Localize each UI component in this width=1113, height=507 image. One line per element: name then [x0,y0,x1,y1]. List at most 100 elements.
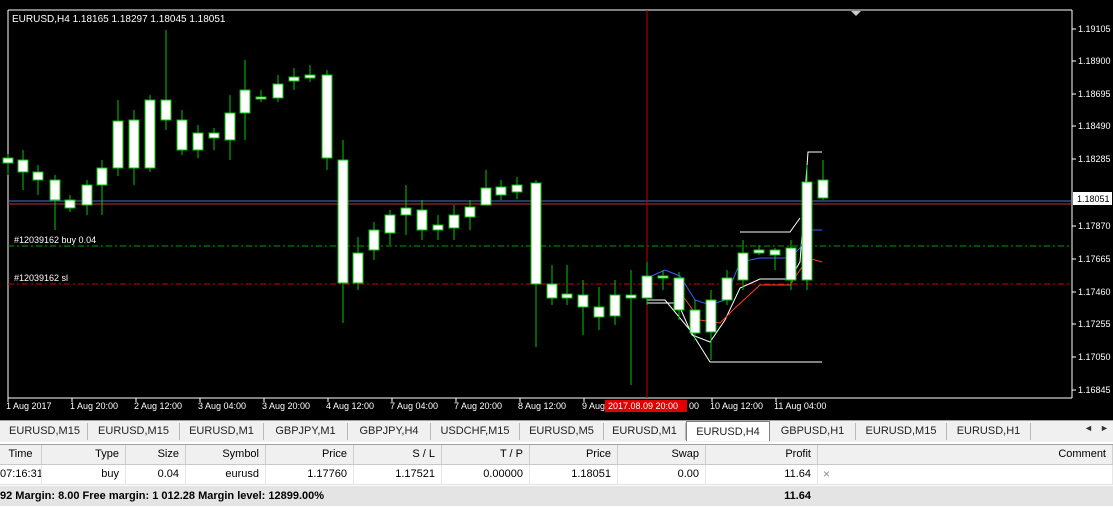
crosshair-time-label: 2017.08.09 20:00 [608,401,678,411]
col-symbol-value: eurusd [186,465,266,484]
price-label: 1.17255 [1078,319,1111,329]
col-current-price-value: 1.18051 [530,465,618,484]
time-label: 3 Aug 04:00 [198,401,246,411]
chart-tab[interactable]: USDCHF,M15 [431,423,520,440]
candle-body [224,112,236,141]
col-time-header[interactable]: Time [0,445,42,464]
order-line-label: #12039162 buy 0.04 [14,235,96,245]
time-label: 4 Aug 12:00 [326,401,374,411]
col-profit-header[interactable]: Profit [706,445,818,464]
col-tp-value: 0.00000 [442,465,530,484]
chart-tab[interactable]: EURUSD,M5 [520,423,604,440]
col-comment-value [818,465,1113,484]
current-price-label: 1.18051 [1077,194,1110,204]
candle-body [112,120,124,169]
price-chart[interactable]: EURUSD,H4 1.18165 1.18297 1.18045 1.1805… [0,0,1113,420]
candle-body [689,309,701,334]
candle-body [641,275,653,299]
candle-body [464,206,476,218]
col-profit-value: 11.64 [706,465,818,484]
chart-tabs-bar: EURUSD,M15 EURUSD,M15 EURUSD,M1 GBPJPY,M1 GB… [0,420,1113,442]
candle-body [561,293,573,299]
candle-body [546,283,558,299]
col-sl-header[interactable]: S / L [354,445,442,464]
sl-line-label: #12039162 sl [14,273,68,283]
price-label: 1.19105 [1078,24,1111,34]
candle-body [817,179,829,199]
col-time-value: 07:16:31 [0,465,42,484]
candle-body [255,96,267,100]
col-price-header[interactable]: Price [266,445,354,464]
col-swap-value: 0.00 [618,465,706,484]
candle-body [81,184,93,206]
chart-tab[interactable]: EURUSD,M1 [604,423,686,440]
candle-body [448,214,460,229]
candle-body [416,209,428,231]
candle-body [368,229,380,251]
candle-body [160,99,172,121]
candle-body [673,277,685,311]
chart-tab[interactable]: EURUSD,M1 [180,423,264,440]
candle-body [480,187,492,206]
price-label: 1.18285 [1078,154,1111,164]
candle-body [352,252,364,284]
price-label: 1.18900 [1078,56,1111,66]
candle-body [176,119,188,151]
candle-body [2,157,14,164]
col-tp-header[interactable]: T / P [442,445,530,464]
col-current-price-header[interactable]: Price [530,445,618,464]
candle-body [128,119,140,169]
candle-body [400,207,412,216]
chart-tab[interactable]: EURUSD,M15 [856,423,947,440]
chart-tab[interactable]: GBPJPY,M1 [264,423,348,440]
account-summary-row: 92 Margin: 8.00 Free margin: 1 012.28 Ma… [0,486,1113,506]
close-order-icon[interactable]: × [823,465,830,484]
col-price-value: 1.17760 [266,465,354,484]
price-label: 1.17460 [1078,287,1111,297]
candle-body [208,132,220,139]
candle-body [785,247,797,281]
total-profit: 11.64 [784,490,811,502]
col-symbol-header[interactable]: Symbol [186,445,266,464]
table-row[interactable]: 07:16:31 buy 0.04 eurusd 1.17760 1.17521 0.000… [0,465,1113,485]
time-label: 2 Aug 12:00 [134,401,182,411]
candle-body [304,74,316,79]
tabs-scroll-left-icon[interactable]: ◄ [1084,423,1093,433]
candle-body [609,294,621,317]
candle-body [737,252,749,281]
chart-title: EURUSD,H4 1.18165 1.18297 1.18045 1.1805… [12,14,226,25]
col-size-header[interactable]: Size [126,445,186,464]
account-summary: 92 Margin: 8.00 Free margin: 1 012.28 Ma… [0,490,325,502]
time-label: 1 Aug 20:00 [70,401,118,411]
candle-body [64,199,76,209]
col-type-header[interactable]: Type [42,445,126,464]
price-label: 1.16845 [1078,385,1111,395]
col-swap-header[interactable]: Swap [618,445,706,464]
col-size-value: 0.04 [126,465,186,484]
price-label: 1.17870 [1078,221,1111,231]
chart-tab[interactable]: GBPUSD,H1 [770,423,856,440]
candle-body [753,249,765,254]
col-sl-value: 1.17521 [354,465,442,484]
time-label: 3 Aug 20:00 [262,401,310,411]
price-label: 1.17050 [1078,352,1111,362]
time-label: 11 Aug 04:00 [774,401,826,411]
price-label: 1.18695 [1078,89,1111,99]
chart-tab[interactable]: EURUSD,H1 [947,423,1031,440]
chart-tab[interactable]: EURUSD,M15 [2,423,88,440]
candle-body [593,306,605,318]
candle-body [49,179,61,201]
candle-body [337,159,349,284]
chart-tab[interactable]: EURUSD,M15 [88,423,180,440]
trade-terminal: Time Type Size Symbol Price S / LT / P Price Sw… [0,444,1113,507]
price-label: 1.18490 [1078,121,1111,131]
chart-tab[interactable]: GBPJPY,H4 [348,423,431,440]
chart-tab[interactable]: EURUSD,H4 [686,421,770,441]
table-header: Time Type Size Symbol Price S / LT / P Price Sw… [0,445,1113,465]
col-comment-header[interactable]: Comment [818,445,1113,464]
candle-body [801,181,813,281]
candle-body [705,299,717,333]
tabs-scroll-right-icon[interactable]: ► [1100,423,1109,433]
candle-body [384,214,396,234]
col-type-value: buy [42,465,126,484]
